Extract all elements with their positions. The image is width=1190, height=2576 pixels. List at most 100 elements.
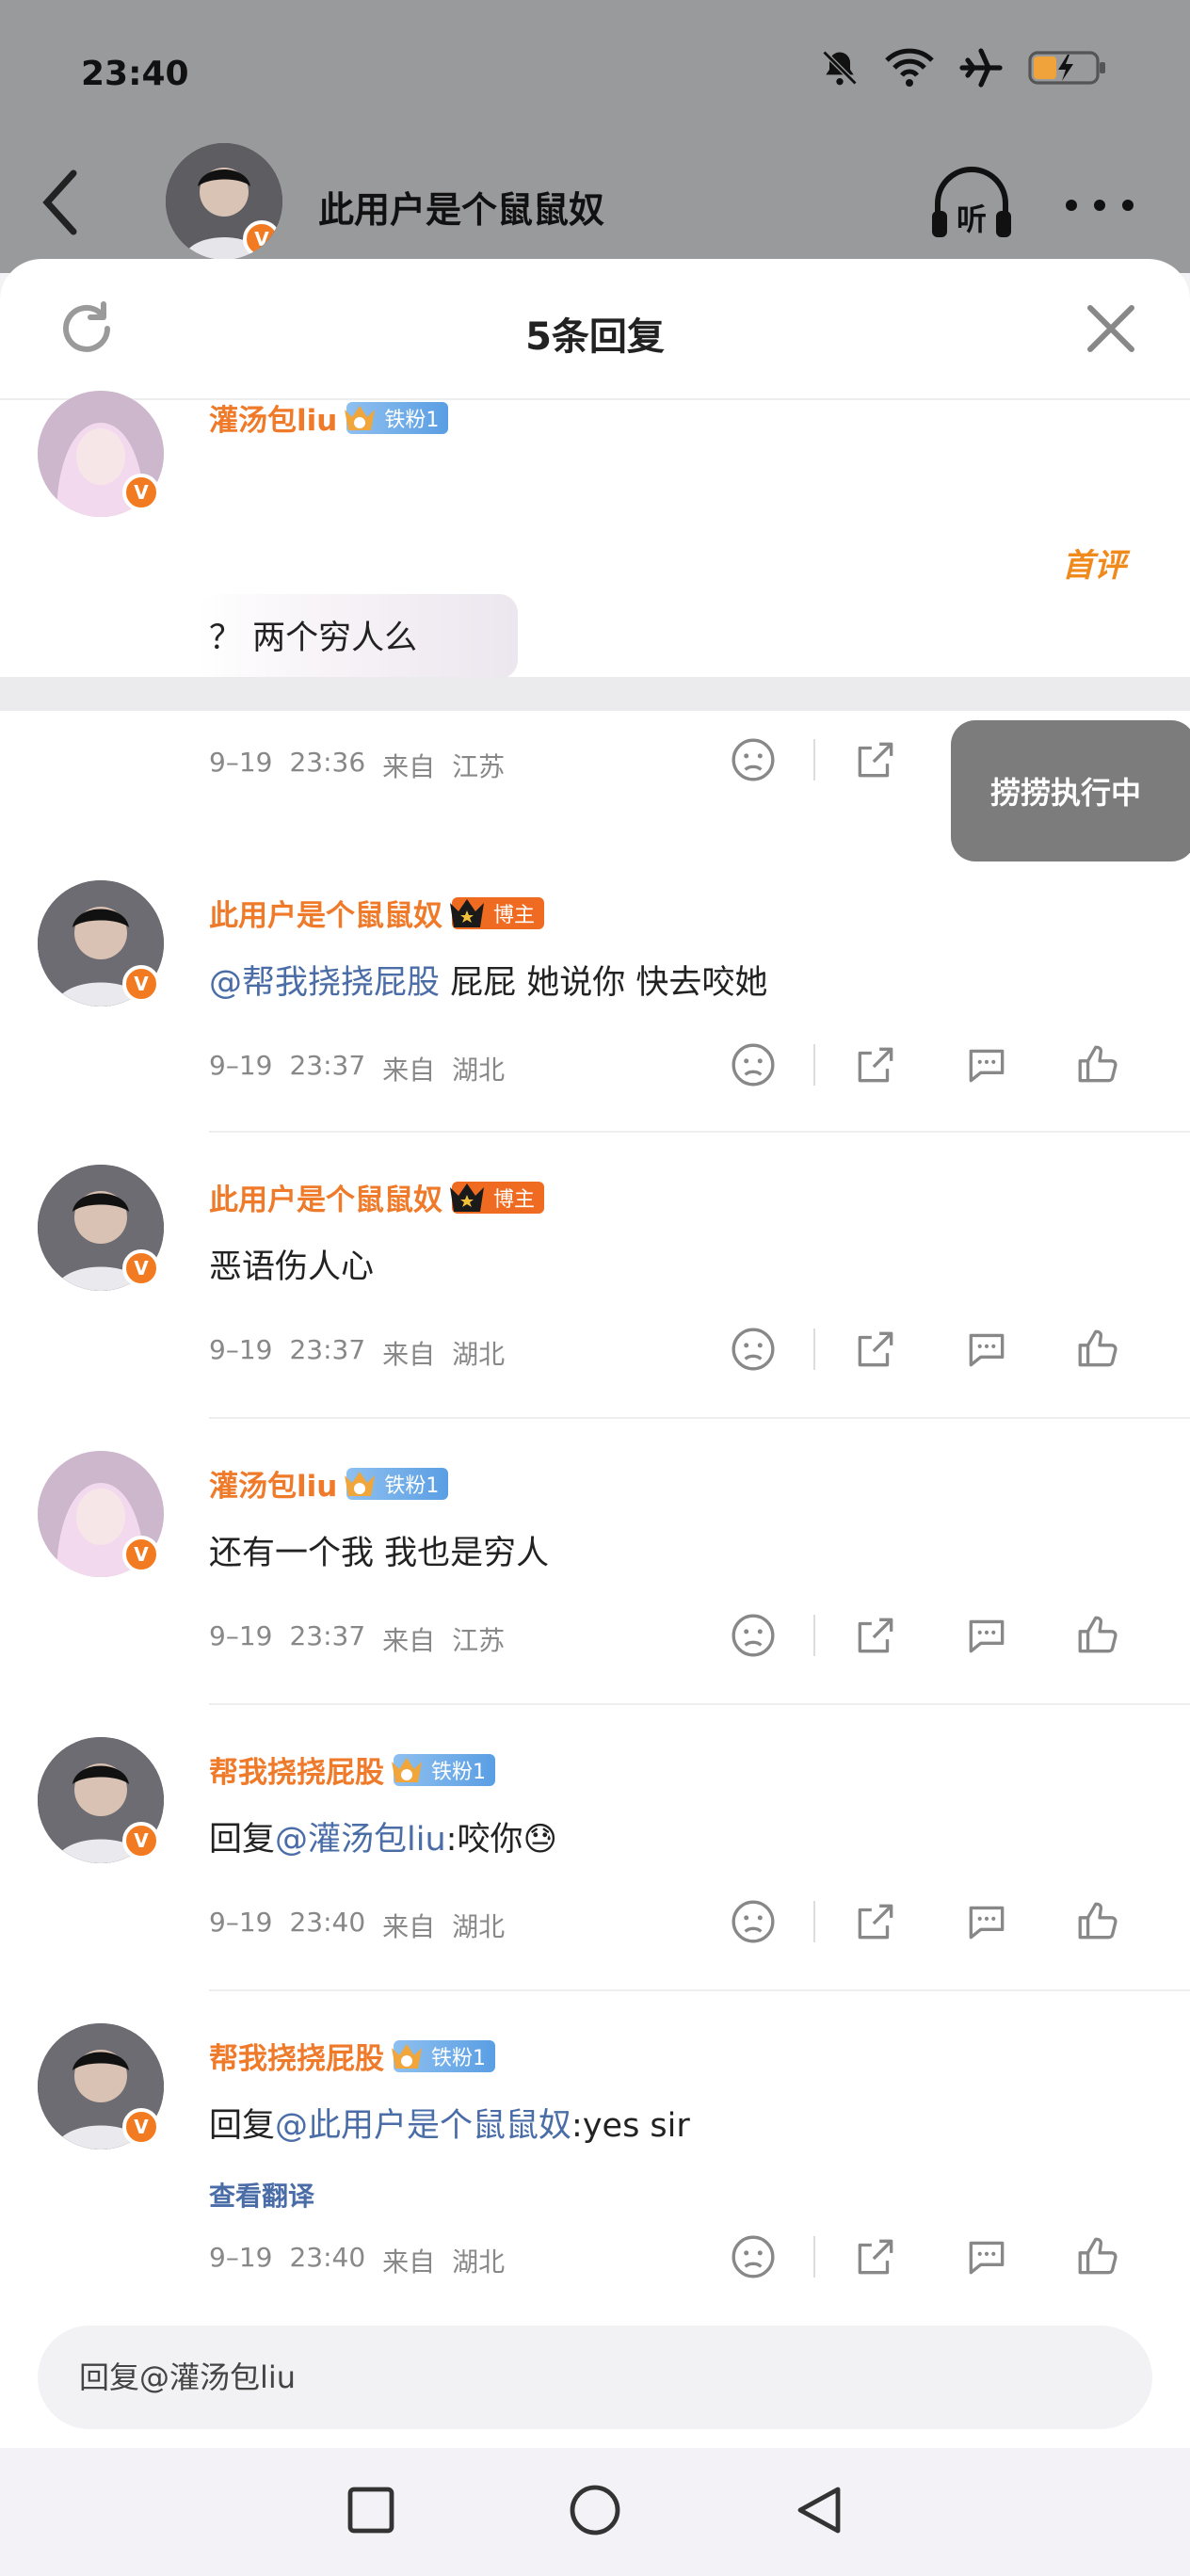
post-author-title: 此用户是个鼠鼠奴 (318, 189, 605, 231)
mention-link[interactable]: @帮我挠挠屁股 (209, 964, 440, 1002)
verified-icon: V (122, 474, 160, 511)
frown-icon[interactable] (725, 732, 781, 788)
close-icon[interactable] (1083, 300, 1139, 361)
parent-comment: V 灌汤包liu 铁粉1 首评 ？ 两个穷人么 9–19 23:36 来自 江苏 (0, 391, 1190, 782)
wifi-icon (885, 47, 934, 92)
crown-icon (392, 1757, 422, 1782)
like-icon[interactable] (1069, 1321, 1126, 1377)
translate-link[interactable]: 查看翻译 (209, 2176, 314, 2214)
section-divider (0, 677, 1190, 711)
author-avatar[interactable]: V (166, 143, 282, 260)
verified-icon: V (122, 1249, 160, 1287)
comment-icon[interactable] (958, 1607, 1015, 1664)
bell-off-icon (819, 47, 860, 92)
comment-icon[interactable] (958, 1037, 1015, 1093)
frown-icon[interactable] (725, 1893, 781, 1950)
host-badge: 博主 (450, 896, 545, 929)
comment-text: 还有一个我 我也是穷人 (209, 1535, 550, 1572)
like-icon[interactable] (1069, 1607, 1126, 1664)
square-nav-icon[interactable] (345, 2484, 397, 2540)
row-divider (209, 1417, 1190, 1419)
crown-icon (345, 405, 376, 430)
action-separator (813, 739, 815, 781)
commenter-name[interactable]: 此用户是个鼠鼠奴 博主 (209, 892, 545, 934)
like-icon[interactable] (1069, 2229, 1126, 2285)
fan-badge: 铁粉1 (345, 401, 449, 434)
comment-actions (725, 2229, 1126, 2285)
comment-meta: 9–19 23:40 来自 湖北 (209, 2242, 506, 2278)
fan-badge: 铁粉1 (345, 1467, 449, 1500)
more-icon[interactable] (1062, 179, 1137, 217)
comment-meta: 9–19 23:37 来自 湖北 (209, 1334, 506, 1370)
commenter-name[interactable]: 灌汤包liu 铁粉1 (209, 1462, 449, 1505)
verified-icon: V (122, 965, 160, 1003)
commenter-name[interactable]: 帮我挠挠屁股 铁粉1 (209, 1748, 495, 1791)
comment-text: 回复@此用户是个鼠鼠奴:yes sir (209, 2107, 690, 2145)
comment-text: 回复@灌汤包liu:咬你😓 (209, 1821, 557, 1859)
comment-actions (725, 1037, 1126, 1093)
comment-icon[interactable] (958, 1321, 1015, 1377)
commenter-name[interactable]: 灌汤包liu 铁粉1 (209, 396, 449, 439)
action-separator (813, 1044, 815, 1086)
share-icon[interactable] (847, 1607, 904, 1664)
airplane-icon (958, 47, 1004, 92)
share-icon[interactable] (847, 1037, 904, 1093)
comment-icon[interactable] (958, 1893, 1015, 1950)
comment-text: @帮我挠挠屁股 屁屁 她说你 快去咬她 (209, 964, 768, 1002)
reply-item: V 此用户是个鼠鼠奴 博主 @帮我挠挠屁股 屁屁 她说你 快去咬她 9–19 23… (0, 880, 1190, 1163)
fan-badge: 铁粉1 (392, 1753, 495, 1786)
mention-link[interactable]: @灌汤包liu (275, 1821, 446, 1859)
verified-icon: V (122, 2108, 160, 2146)
crown-icon (345, 1471, 376, 1496)
replies-sheet: 5条回复 V 灌汤包liu 铁粉1 首评 ？ 两个穷人么 9–19 23:36 … (0, 259, 1190, 2448)
row-divider (209, 1131, 1190, 1133)
reply-input[interactable]: 回复@灌汤包liu (38, 2326, 1152, 2429)
verified-icon: V (243, 220, 281, 258)
comment-actions (725, 1607, 1126, 1664)
crown-icon (392, 2043, 422, 2069)
reply-item: V 帮我挠挠屁股 铁粉1 回复@灌汤包liu:咬你😓 9–19 23:40 来自 湖北 (0, 1737, 1190, 2020)
share-icon[interactable] (847, 732, 904, 788)
verified-icon: V (122, 1822, 160, 1860)
share-icon[interactable] (847, 1893, 904, 1950)
frown-icon[interactable] (725, 2229, 781, 2285)
toast-message: 捞捞执行中 (951, 720, 1190, 861)
reply-item: V 此用户是个鼠鼠奴 博主 恶语伤人心 9–19 23:37 来自 湖北 (0, 1165, 1190, 1447)
comment-meta: 9–19 23:37 来自 江苏 (209, 1620, 506, 1656)
fan-badge: 铁粉1 (392, 2039, 495, 2072)
commenter-name[interactable]: 此用户是个鼠鼠奴 博主 (209, 1176, 545, 1218)
crown-icon (450, 1183, 484, 1212)
comment-icon[interactable] (958, 2229, 1015, 2285)
system-nav-bar (0, 2448, 1190, 2576)
reply-item: V 灌汤包liu 铁粉1 还有一个我 我也是穷人 9–19 23:37 来自 江苏 (0, 1451, 1190, 1733)
comment-text: ？ 两个穷人么 (209, 620, 418, 657)
comment-actions (725, 1893, 1126, 1950)
status-time: 23:40 (81, 55, 189, 93)
frown-icon[interactable] (725, 1607, 781, 1664)
back-icon[interactable] (41, 169, 79, 239)
comment-text: 恶语伤人心 (209, 1248, 375, 1286)
sheet-title: 5条回复 (525, 315, 665, 359)
commenter-name[interactable]: 帮我挠挠屁股 铁粉1 (209, 2035, 495, 2077)
comment-meta: 9–19 23:37 来自 湖北 (209, 1050, 506, 1086)
like-icon[interactable] (1069, 1893, 1126, 1950)
share-icon[interactable] (847, 1321, 904, 1377)
circle-nav-icon[interactable] (567, 2482, 623, 2542)
share-icon[interactable] (847, 2229, 904, 2285)
row-divider (209, 1989, 1190, 1991)
host-badge: 博主 (450, 1181, 545, 1214)
headphones-icon[interactable]: 听 (926, 166, 1017, 245)
triangle-nav-icon[interactable] (793, 2484, 845, 2540)
comment-actions (725, 1321, 1126, 1377)
action-separator (813, 1901, 815, 1942)
verified-icon: V (122, 1536, 160, 1573)
frown-icon[interactable] (725, 1037, 781, 1093)
action-separator (813, 1615, 815, 1656)
comment-meta: 9–19 23:36 来自 江苏 (209, 747, 506, 782)
action-separator (813, 1328, 815, 1370)
mention-link[interactable]: @此用户是个鼠鼠奴 (275, 2107, 571, 2145)
like-icon[interactable] (1069, 1037, 1126, 1093)
crown-icon (450, 898, 484, 927)
first-comment-sticker: 首评 (1062, 547, 1126, 585)
frown-icon[interactable] (725, 1321, 781, 1377)
